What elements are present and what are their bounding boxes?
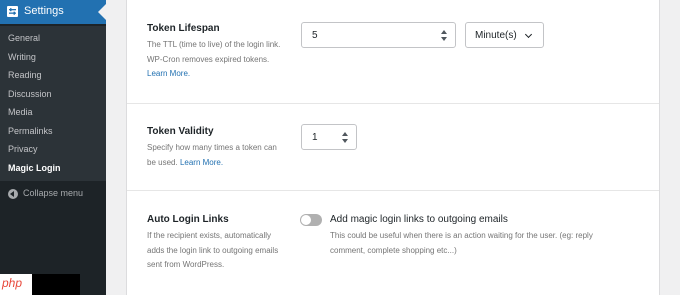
- sidebar-item-reading[interactable]: Reading: [0, 66, 106, 85]
- token-validity-value: 1: [312, 132, 318, 143]
- watermark-logo: php: [0, 274, 80, 295]
- sidebar-item-media[interactable]: Media: [0, 103, 106, 122]
- token-lifespan-unit-select[interactable]: Minute(s): [465, 22, 544, 48]
- token-lifespan-description: The TTL (time to live) of the login link…: [147, 38, 287, 82]
- token-lifespan-title: Token Lifespan: [147, 23, 220, 34]
- token-validity-row: Token Validity Specify how many times a …: [127, 104, 659, 191]
- token-lifespan-unit-value: Minute(s): [475, 30, 517, 41]
- token-validity-input[interactable]: 1: [301, 124, 357, 150]
- token-lifespan-learn-more-link[interactable]: Learn More.: [147, 69, 190, 78]
- auto-login-links-description: If the recipient exists, automatically a…: [147, 231, 279, 269]
- auto-login-links-help-text: This could be useful when there is an ac…: [330, 231, 593, 255]
- token-lifespan-desc-text: The TTL (time to live) of the login link…: [147, 40, 281, 64]
- token-lifespan-input[interactable]: 5: [301, 22, 456, 48]
- php-logo: php: [0, 274, 32, 295]
- php-logo-text: php: [2, 276, 23, 290]
- settings-menu-title: Settings: [24, 5, 64, 17]
- stepper-arrows-icon[interactable]: [342, 132, 348, 143]
- collapse-menu-button[interactable]: Collapse menu: [0, 185, 106, 203]
- collapse-arrow-icon: [8, 189, 18, 199]
- toggle-knob: [301, 215, 311, 225]
- sidebar-item-privacy[interactable]: Privacy: [0, 140, 106, 159]
- settings-submenu: General Writing Reading Discussion Media…: [0, 26, 106, 181]
- admin-sidebar: Settings General Writing Reading Discuss…: [0, 0, 106, 295]
- collapse-menu-label: Collapse menu: [23, 188, 84, 198]
- stepper-arrows-icon[interactable]: [441, 30, 447, 41]
- token-validity-title: Token Validity: [147, 126, 214, 137]
- current-menu-pointer: [98, 4, 106, 20]
- auto-login-links-toggle-label[interactable]: Add magic login links to outgoing emails: [330, 214, 508, 225]
- sidebar-item-discussion[interactable]: Discussion: [0, 85, 106, 104]
- sidebar-item-magic-login[interactable]: Magic Login: [0, 159, 106, 178]
- sidebar-item-writing[interactable]: Writing: [0, 48, 106, 67]
- settings-menu-header[interactable]: Settings: [0, 0, 106, 24]
- auto-login-links-title: Auto Login Links: [147, 214, 229, 225]
- token-lifespan-value: 5: [312, 30, 318, 41]
- settings-card: Token Lifespan The TTL (time to live) of…: [126, 0, 660, 295]
- token-validity-learn-more-link[interactable]: Learn More.: [180, 158, 223, 167]
- auto-login-links-row: Auto Login Links If the recipient exists…: [127, 191, 659, 295]
- sidebar-item-general[interactable]: General: [0, 29, 106, 48]
- auto-login-links-toggle[interactable]: [300, 214, 322, 226]
- token-validity-description: Specify how many times a token can be us…: [147, 141, 287, 170]
- sidebar-item-permalinks[interactable]: Permalinks: [0, 122, 106, 141]
- settings-sliders-icon: [7, 6, 18, 17]
- token-lifespan-row: Token Lifespan The TTL (time to live) of…: [127, 0, 659, 104]
- chevron-down-icon: [524, 30, 533, 39]
